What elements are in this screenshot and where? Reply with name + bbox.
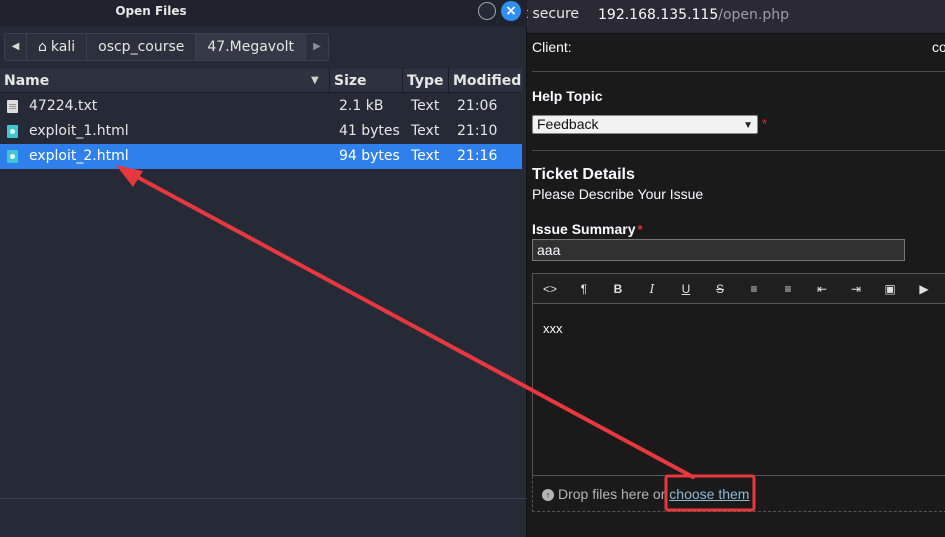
open-files-dialog: Open Files × ◀ ⌂ kali oscp_course 47.Mega… (0, 0, 527, 537)
image-icon[interactable]: ▣ (880, 281, 900, 297)
file-name: 47224.txt (29, 98, 98, 114)
bulleted-list-icon[interactable]: ≡ (744, 281, 764, 297)
file-row[interactable]: exploit_1.html 41 bytes Text 21:10 (0, 119, 522, 144)
paragraph-icon[interactable]: ¶ (574, 281, 594, 297)
issue-summary-input[interactable]: aaa (532, 239, 905, 261)
text-file-icon (7, 100, 18, 113)
url-text[interactable]: 192.168.135.115/open.php (598, 7, 789, 23)
file-size: 41 bytes (339, 123, 400, 139)
file-name: exploit_1.html (29, 123, 129, 139)
help-topic-title: Help Topic (532, 88, 603, 104)
column-type[interactable]: Type (403, 69, 449, 93)
home-icon: ⌂ (38, 39, 47, 55)
breadcrumb-kali[interactable]: ⌂ kali (27, 34, 88, 60)
required-mark: * (762, 116, 768, 131)
issue-summary-label: Issue Summary (532, 221, 636, 237)
code-icon[interactable]: <> (540, 281, 560, 297)
client-value: co (932, 39, 945, 55)
column-name[interactable]: Name (0, 69, 330, 93)
minimize-button[interactable] (478, 2, 496, 20)
chevron-down-icon: ▼ (743, 120, 753, 131)
italic-icon[interactable]: I (642, 281, 662, 297)
dialog-footer-divider (0, 498, 527, 499)
help-topic-select[interactable]: Feedback ▼ (532, 115, 758, 134)
client-label: Client: (532, 39, 572, 55)
indent-icon[interactable]: ⇥ (846, 281, 866, 297)
file-size: 2.1 kB (339, 98, 384, 114)
outdent-icon[interactable]: ⇤ (812, 281, 832, 297)
video-icon[interactable]: ▶ (914, 281, 934, 297)
chevron-left-icon: ◀ (11, 41, 20, 52)
ticket-details-title: Ticket Details (532, 166, 635, 183)
breadcrumb-back-button[interactable]: ◀ (5, 34, 27, 60)
divider (532, 71, 945, 72)
breadcrumb: ◀ ⌂ kali oscp_course 47.Megavolt ▶ (4, 33, 330, 61)
upload-icon: ↑ (542, 489, 554, 501)
breadcrumb-oscp-course[interactable]: oscp_course (87, 34, 197, 60)
html-file-icon (7, 150, 18, 163)
file-size: 94 bytes (339, 148, 400, 164)
html-file-icon (7, 125, 18, 138)
bold-icon[interactable]: B (608, 281, 628, 297)
breadcrumb-forward-button[interactable]: ▶ (306, 34, 328, 60)
file-type: Text (411, 123, 440, 139)
strikethrough-icon[interactable]: S (710, 281, 730, 297)
url-host: 192.168.135.115 (598, 7, 719, 23)
choose-files-link[interactable]: choose them (669, 486, 749, 502)
file-modified: 21:16 (457, 148, 498, 164)
editor-toolbar: <> ¶ B I U S ≡ ≡ ⇤ ⇥ ▣ ▶ (533, 274, 945, 304)
close-icon: × (505, 3, 517, 19)
file-type: Text (411, 98, 440, 114)
file-name: exploit_2.html (29, 148, 129, 164)
dropzone-text: ↑ Drop files here or choose them (542, 486, 749, 502)
file-row-selected[interactable]: exploit_2.html 94 bytes Text 21:16 (0, 144, 522, 169)
numbered-list-icon[interactable]: ≡ (778, 281, 798, 297)
sort-descending-icon: ▼ (311, 75, 319, 86)
rich-text-editor[interactable]: <> ¶ B I U S ≡ ≡ ⇤ ⇥ ▣ ▶ xxx (532, 273, 945, 476)
column-modified[interactable]: Modified (449, 69, 522, 93)
chevron-right-icon: ▶ (313, 41, 321, 52)
close-button[interactable]: × (501, 1, 521, 21)
breadcrumb-label: kali (50, 39, 76, 55)
ticket-details-subtitle: Please Describe Your Issue (532, 186, 704, 202)
required-mark: * (637, 222, 643, 237)
file-row[interactable]: 47224.txt 2.1 kB Text 21:06 (0, 94, 522, 119)
url-path: /open.php (718, 7, 790, 23)
underline-icon[interactable]: U (676, 281, 696, 297)
dialog-title: Open Files (115, 4, 187, 18)
file-dropzone[interactable]: ↑ Drop files here or choose them (532, 476, 945, 512)
help-topic-selected: Feedback (537, 116, 599, 132)
dialog-titlebar[interactable]: Open Files × (0, 0, 527, 27)
breadcrumb-megavolt[interactable]: 47.Megavolt (196, 34, 307, 60)
file-modified: 21:10 (457, 123, 498, 139)
column-size[interactable]: Size (330, 69, 403, 93)
file-type: Text (411, 148, 440, 164)
ticket-form: Client: co Help Topic Feedback ▼ * Ticke… (527, 34, 945, 537)
file-modified: 21:06 (457, 98, 498, 114)
divider (532, 150, 945, 151)
file-list-header: Name ▼ Size Type Modified (0, 69, 522, 93)
issue-summary-title: Issue Summary * (532, 221, 643, 237)
drop-files-label: Drop files here or (558, 486, 666, 502)
editor-content[interactable]: xxx (543, 321, 563, 336)
